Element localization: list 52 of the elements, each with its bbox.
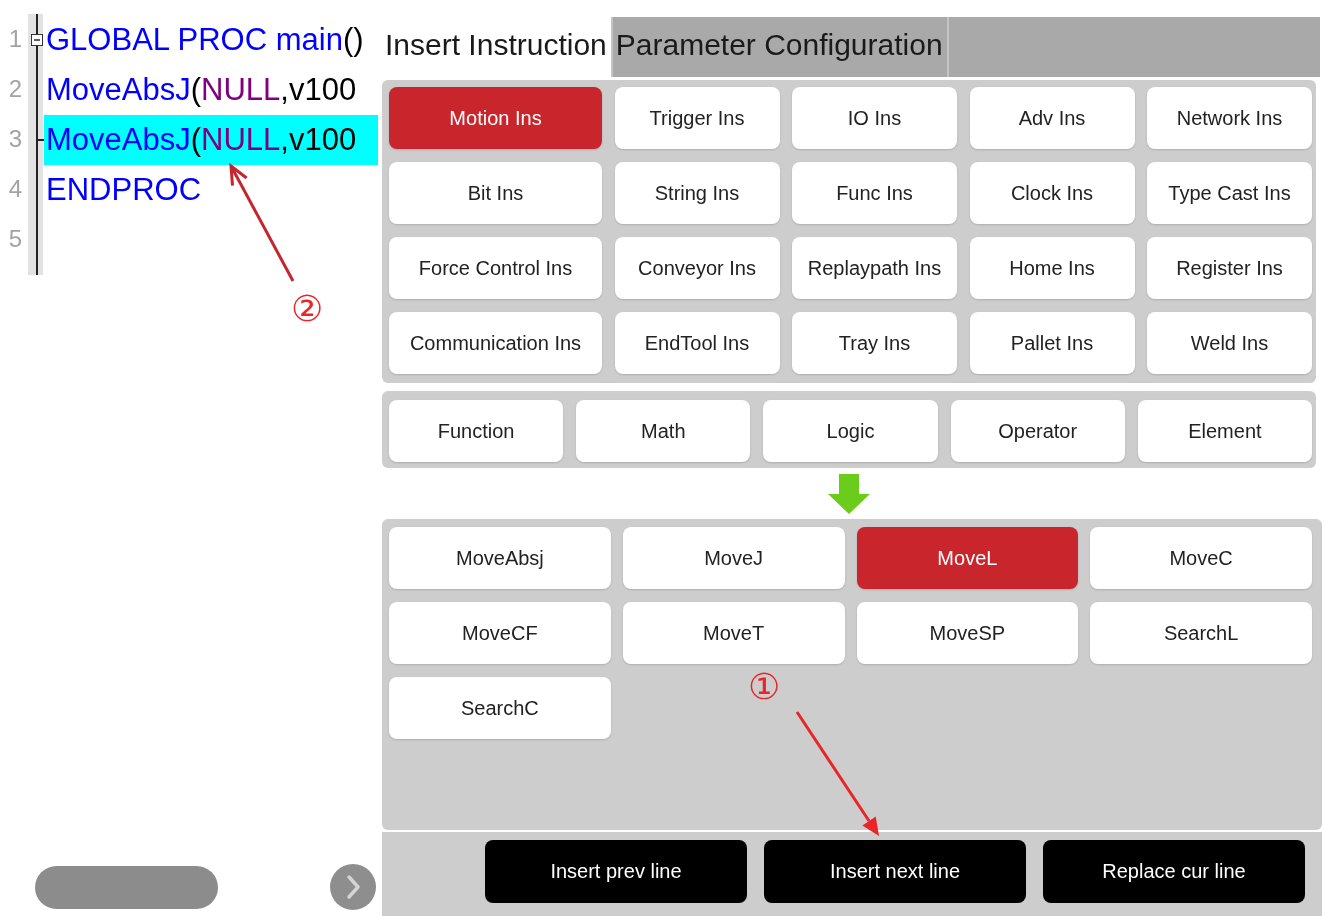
instruction-button[interactable]: MoveJ [622,527,845,589]
line-number: 5 [8,225,22,252]
category-button[interactable]: Trigger Ins [614,87,780,149]
code-line[interactable]: ENDPROC [44,165,201,215]
action-button[interactable]: Insert prev line [485,840,747,903]
category-button[interactable]: Weld Ins [1147,312,1312,374]
instruction-button[interactable]: MoveL [856,527,1079,589]
expression-button[interactable]: Function [389,400,564,462]
category-button[interactable]: Replaypath Ins [792,237,957,299]
expression-button[interactable]: Operator [950,400,1125,462]
category-button[interactable]: Motion Ins [389,87,602,149]
instruction-button[interactable]: SearchC [389,677,611,739]
instruction-button[interactable]: MoveAbsj [389,527,611,589]
category-button[interactable]: Adv Ins [969,87,1135,149]
line-number: 2 [8,75,22,102]
action-button[interactable]: Insert next line [764,840,1026,903]
category-button[interactable]: Home Ins [969,237,1135,299]
instruction-button[interactable]: MoveCF [389,602,611,664]
category-button[interactable]: Clock Ins [969,162,1135,224]
category-button[interactable]: Register Ins [1147,237,1312,299]
line-number: 4 [8,175,22,202]
line-number: 3 [8,125,22,152]
tab[interactable]: Insert Instruction [382,17,613,77]
category-button[interactable]: String Ins [614,162,780,224]
instruction-button[interactable]: MoveC [1090,527,1312,589]
scrollbar-thumb[interactable] [35,865,218,909]
instruction-button[interactable]: SearchL [1090,602,1312,664]
expression-button[interactable]: Math [576,400,751,462]
annotation-label: ② [291,291,324,327]
category-button[interactable]: Pallet Ins [969,312,1135,374]
category-button[interactable]: IO Ins [792,87,957,149]
category-button[interactable]: Func Ins [792,162,957,224]
expression-button[interactable]: Element [1137,400,1312,462]
category-button[interactable]: Force Control Ins [389,237,602,299]
category-button[interactable]: Type Cast Ins [1147,162,1312,224]
expression-button[interactable]: Logic [763,400,938,462]
instruction-button[interactable]: MoveT [622,602,845,664]
instruction-button[interactable]: MoveSP [856,602,1079,664]
category-button[interactable]: EndTool Ins [614,312,780,374]
chevron-right-icon[interactable] [330,864,376,910]
code-line[interactable]: GLOBAL PROC main() [44,15,364,65]
collapse-icon[interactable] [31,34,43,46]
category-button[interactable]: Communication Ins [389,312,602,374]
category-button[interactable]: Bit Ins [389,162,602,224]
category-button[interactable]: Tray Ins [792,312,957,374]
annotation-label: ① [748,669,781,705]
action-button[interactable]: Replace cur line [1043,840,1305,903]
category-button[interactable]: Network Ins [1147,87,1312,149]
category-button[interactable]: Conveyor Ins [614,237,780,299]
line-number: 1 [8,25,22,52]
down-arrow-icon [828,473,870,514]
code-line[interactable]: MoveAbsJ(NULL,v100 [44,65,357,115]
